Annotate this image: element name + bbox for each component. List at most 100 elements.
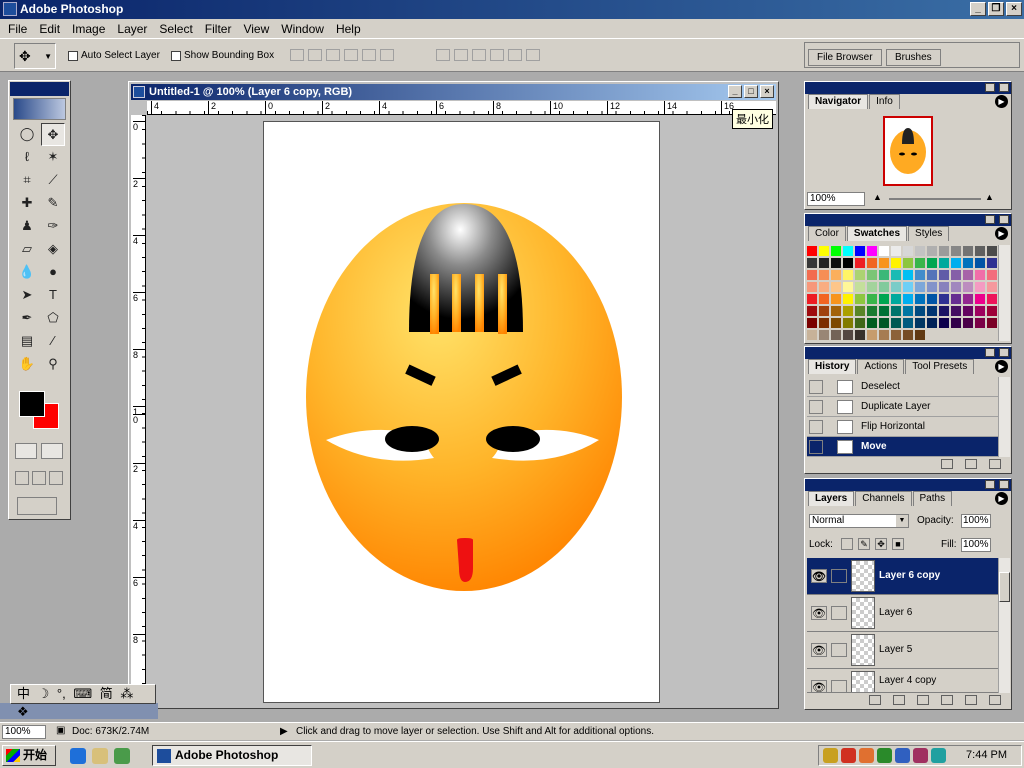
color-swatch[interactable] [902, 269, 914, 281]
color-swatch[interactable] [902, 293, 914, 305]
layer-mask-icon[interactable] [893, 695, 905, 705]
ime-help-icon[interactable]: ❖ [17, 704, 29, 719]
align-bottom-icon[interactable] [326, 49, 340, 61]
color-swatch[interactable] [854, 245, 866, 257]
color-swatch[interactable] [938, 305, 950, 317]
layer-row[interactable]: 👁 Layer 6 [807, 595, 999, 632]
tab-history[interactable]: History [808, 359, 857, 374]
color-swatch[interactable] [878, 269, 890, 281]
hand-tool-icon[interactable]: ✋ [15, 353, 39, 376]
status-zoom-field[interactable]: 100% [2, 725, 46, 739]
dodge-tool-icon[interactable]: ● [41, 261, 65, 284]
panel-title-bar[interactable] [805, 82, 1011, 94]
color-swatch[interactable] [818, 281, 830, 293]
color-swatch[interactable] [830, 257, 842, 269]
color-swatch[interactable] [962, 245, 974, 257]
color-swatch[interactable] [878, 317, 890, 329]
color-swatch[interactable] [806, 317, 818, 329]
history-state[interactable]: Flip Horizontal [807, 417, 999, 437]
history-source-checkbox[interactable] [809, 440, 823, 454]
color-swatch[interactable] [950, 281, 962, 293]
color-swatch[interactable] [842, 269, 854, 281]
move-tool-icon[interactable]: ✥ [41, 123, 65, 146]
full-screen-menu-icon[interactable] [32, 471, 46, 485]
color-swatch[interactable] [866, 257, 878, 269]
color-swatch[interactable] [962, 269, 974, 281]
color-swatch[interactable] [878, 257, 890, 269]
color-swatch[interactable] [962, 281, 974, 293]
color-swatch[interactable] [806, 257, 818, 269]
color-swatch[interactable] [830, 281, 842, 293]
menu-select[interactable]: Select [153, 22, 198, 36]
ime-keyboard-icon[interactable]: ⌨ [73, 686, 92, 701]
tray-app-icon[interactable] [931, 748, 946, 763]
taskbar-item-photoshop[interactable]: Adobe Photoshop [152, 745, 312, 766]
color-swatch[interactable] [866, 281, 878, 293]
color-swatch[interactable] [914, 257, 926, 269]
tab-actions[interactable]: Actions [857, 359, 905, 374]
healing-brush-icon[interactable]: ✚ [15, 192, 39, 215]
image-canvas[interactable] [263, 121, 660, 703]
color-swatch[interactable] [974, 305, 986, 317]
adjustment-layer-icon[interactable] [941, 695, 953, 705]
color-swatch[interactable] [806, 245, 818, 257]
color-swatch[interactable] [962, 257, 974, 269]
tab-tool-presets[interactable]: Tool Presets [905, 359, 975, 374]
eyedropper-icon[interactable]: ⁄ [41, 330, 65, 353]
eye-icon[interactable]: 👁 [811, 606, 827, 620]
blur-tool-icon[interactable]: 💧 [15, 261, 39, 284]
color-swatch[interactable] [866, 305, 878, 317]
color-swatch[interactable] [854, 305, 866, 317]
color-swatch[interactable] [902, 317, 914, 329]
opacity-field[interactable]: 100% [961, 514, 991, 528]
well-tab-brushes[interactable]: Brushes [886, 49, 941, 66]
color-swatch[interactable] [842, 293, 854, 305]
layer-row[interactable]: 👁 Layer 5 [807, 632, 999, 669]
show-desktop-icon[interactable] [114, 748, 130, 764]
color-swatch[interactable] [866, 329, 878, 341]
color-swatch[interactable] [986, 281, 998, 293]
history-brush-icon[interactable]: ✑ [41, 215, 65, 238]
color-swatch[interactable] [842, 281, 854, 293]
lasso-tool-icon[interactable]: ℓ [15, 146, 39, 169]
tray-app-icon[interactable] [841, 748, 856, 763]
color-swatch[interactable] [830, 269, 842, 281]
color-swatch[interactable] [806, 269, 818, 281]
checkbox-box[interactable] [171, 50, 181, 61]
ie-icon[interactable] [70, 748, 86, 764]
tray-app-icon[interactable] [913, 748, 928, 763]
tab-layers[interactable]: Layers [808, 491, 855, 506]
zoom-tool-icon[interactable]: ⚲ [41, 353, 65, 376]
new-document-icon[interactable] [941, 459, 953, 469]
close-icon[interactable] [999, 480, 1009, 489]
color-swatch[interactable] [962, 305, 974, 317]
close-icon[interactable]: × [760, 85, 774, 98]
color-swatch[interactable] [878, 245, 890, 257]
align-hcenter-icon[interactable] [362, 49, 376, 61]
link-icon[interactable] [831, 643, 847, 657]
color-swatch[interactable] [902, 305, 914, 317]
color-swatch[interactable] [854, 329, 866, 341]
color-swatch[interactable] [926, 257, 938, 269]
color-swatch[interactable] [986, 317, 998, 329]
distribute-hcenter-icon[interactable] [508, 49, 522, 61]
well-tab-file-browser[interactable]: File Browser [808, 49, 882, 66]
close-icon[interactable] [999, 83, 1009, 92]
color-swatch[interactable] [914, 281, 926, 293]
layer-row-selected[interactable]: 👁 Layer 6 copy [807, 558, 999, 595]
color-swatch[interactable] [986, 293, 998, 305]
document-title-bar[interactable]: Untitled-1 @ 100% (Layer 6 copy, RGB) _ … [131, 84, 776, 100]
color-swatch[interactable] [950, 317, 962, 329]
color-swatch[interactable] [830, 329, 842, 341]
color-swatch[interactable] [926, 317, 938, 329]
color-swatch[interactable] [818, 305, 830, 317]
color-swatch[interactable] [914, 317, 926, 329]
layer-row[interactable]: 👁 Layer 4 copy [807, 669, 999, 693]
align-top-icon[interactable] [290, 49, 304, 61]
brush-tool-icon[interactable]: ✎ [41, 192, 65, 215]
color-swatch[interactable] [890, 329, 902, 341]
color-swatch[interactable] [986, 257, 998, 269]
color-swatch[interactable] [902, 257, 914, 269]
standard-screen-icon[interactable] [15, 471, 29, 485]
tab-swatches[interactable]: Swatches [846, 226, 908, 241]
